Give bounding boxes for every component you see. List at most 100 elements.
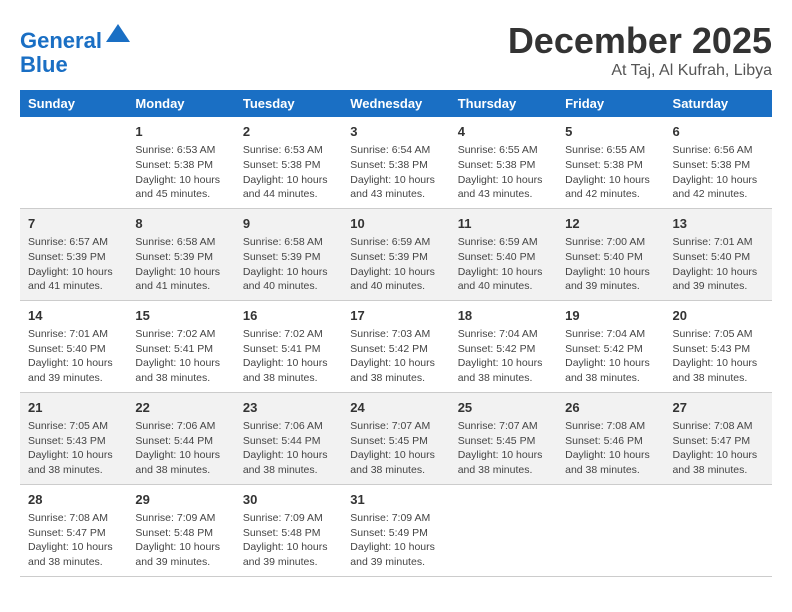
day-cell: 21Sunrise: 7:05 AMSunset: 5:43 PMDayligh… xyxy=(20,392,127,484)
day-cell: 13Sunrise: 7:01 AMSunset: 5:40 PMDayligh… xyxy=(665,208,772,300)
day-number: 16 xyxy=(243,307,334,325)
day-cell: 20 Sunrise: 7:05 AMSunset: 5:43 PMDayligh… xyxy=(665,300,772,392)
week-row-1: 1Sunrise: 6:53 AMSunset: 5:38 PMDaylight… xyxy=(20,117,772,208)
day-number: 4 xyxy=(458,123,549,141)
day-number: 11 xyxy=(458,215,549,233)
day-number: 22 xyxy=(135,399,226,417)
day-cell: 16 Sunrise: 7:02 AMSunset: 5:41 PMDayligh… xyxy=(235,300,342,392)
day-number: 19 xyxy=(565,307,656,325)
day-number: 25 xyxy=(458,399,549,417)
day-number: 17 xyxy=(350,307,441,325)
day-cell xyxy=(557,484,664,576)
day-info: Sunrise: 6:58 AMSunset: 5:39 PMDaylight:… xyxy=(243,235,334,294)
header-monday: Monday xyxy=(127,90,234,117)
day-number: 31 xyxy=(350,491,441,509)
day-info: Sunrise: 7:08 AMSunset: 5:46 PMDaylight:… xyxy=(565,419,656,478)
day-info: Sunrise: 7:05 AMSunset: 5:43 PMDaylight:… xyxy=(28,419,119,478)
day-cell: 30Sunrise: 7:09 AMSunset: 5:48 PMDayligh… xyxy=(235,484,342,576)
day-cell: 25 Sunrise: 7:07 AMSunset: 5:45 PMDayligh… xyxy=(450,392,557,484)
day-cell: 5 Sunrise: 6:55 AMSunset: 5:38 PMDaylight… xyxy=(557,117,664,208)
day-cell: 14 Sunrise: 7:01 AMSunset: 5:40 PMDayligh… xyxy=(20,300,127,392)
location-title: At Taj, Al Kufrah, Libya xyxy=(508,62,772,80)
day-cell: 18 Sunrise: 7:04 AMSunset: 5:42 PMDayligh… xyxy=(450,300,557,392)
week-row-3: 14 Sunrise: 7:01 AMSunset: 5:40 PMDayligh… xyxy=(20,300,772,392)
logo: General Blue xyxy=(20,20,132,77)
day-cell: 7Sunrise: 6:57 AMSunset: 5:39 PMDaylight… xyxy=(20,208,127,300)
day-cell: 29 Sunrise: 7:09 AMSunset: 5:48 PMDayligh… xyxy=(127,484,234,576)
day-info: Sunrise: 7:01 AMSunset: 5:40 PMDaylight:… xyxy=(28,327,119,386)
day-info: Sunrise: 6:53 AMSunset: 5:38 PMDaylight:… xyxy=(243,143,334,202)
day-info: Sunrise: 7:08 AMSunset: 5:47 PMDaylight:… xyxy=(28,511,119,570)
page-header: General Blue December 2025 At Taj, Al Ku… xyxy=(20,20,772,80)
day-number: 29 xyxy=(135,491,226,509)
day-number: 5 xyxy=(565,123,656,141)
day-number: 28 xyxy=(28,491,119,509)
day-cell: 22 Sunrise: 7:06 AMSunset: 5:44 PMDayligh… xyxy=(127,392,234,484)
week-row-4: 21Sunrise: 7:05 AMSunset: 5:43 PMDayligh… xyxy=(20,392,772,484)
day-info: Sunrise: 6:55 AMSunset: 5:38 PMDaylight:… xyxy=(565,143,656,202)
day-info: Sunrise: 6:57 AMSunset: 5:39 PMDaylight:… xyxy=(28,235,119,294)
day-info: Sunrise: 7:04 AMSunset: 5:42 PMDaylight:… xyxy=(458,327,549,386)
day-cell: 9Sunrise: 6:58 AMSunset: 5:39 PMDaylight… xyxy=(235,208,342,300)
day-number: 23 xyxy=(243,399,334,417)
day-cell: 19Sunrise: 7:04 AMSunset: 5:42 PMDayligh… xyxy=(557,300,664,392)
calendar-header: SundayMondayTuesdayWednesdayThursdayFrid… xyxy=(20,90,772,117)
day-cell: 27 Sunrise: 7:08 AMSunset: 5:47 PMDayligh… xyxy=(665,392,772,484)
day-info: Sunrise: 7:09 AMSunset: 5:49 PMDaylight:… xyxy=(350,511,441,570)
day-cell: 26 Sunrise: 7:08 AMSunset: 5:46 PMDayligh… xyxy=(557,392,664,484)
day-number: 27 xyxy=(673,399,764,417)
day-number: 26 xyxy=(565,399,656,417)
day-info: Sunrise: 7:00 AMSunset: 5:40 PMDaylight:… xyxy=(565,235,656,294)
day-info: Sunrise: 6:53 AMSunset: 5:38 PMDaylight:… xyxy=(135,143,226,202)
logo-line2: Blue xyxy=(20,53,132,77)
day-number: 10 xyxy=(350,215,441,233)
day-info: Sunrise: 7:01 AMSunset: 5:40 PMDaylight:… xyxy=(673,235,764,294)
day-number: 15 xyxy=(135,307,226,325)
title-block: December 2025 At Taj, Al Kufrah, Libya xyxy=(508,20,772,80)
day-info: Sunrise: 7:05 AMSunset: 5:43 PMDaylight:… xyxy=(673,327,764,386)
logo-text: General xyxy=(20,20,132,53)
day-cell: 10 Sunrise: 6:59 AMSunset: 5:39 PMDayligh… xyxy=(342,208,449,300)
month-title: December 2025 xyxy=(508,20,772,62)
day-cell: 6 Sunrise: 6:56 AMSunset: 5:38 PMDaylight… xyxy=(665,117,772,208)
day-number: 20 xyxy=(673,307,764,325)
day-info: Sunrise: 6:59 AMSunset: 5:40 PMDaylight:… xyxy=(458,235,549,294)
day-info: Sunrise: 7:02 AMSunset: 5:41 PMDaylight:… xyxy=(243,327,334,386)
header-thursday: Thursday xyxy=(450,90,557,117)
day-cell: 23Sunrise: 7:06 AMSunset: 5:44 PMDayligh… xyxy=(235,392,342,484)
week-row-2: 7Sunrise: 6:57 AMSunset: 5:39 PMDaylight… xyxy=(20,208,772,300)
day-cell: 24 Sunrise: 7:07 AMSunset: 5:45 PMDayligh… xyxy=(342,392,449,484)
day-number: 6 xyxy=(673,123,764,141)
day-info: Sunrise: 6:54 AMSunset: 5:38 PMDaylight:… xyxy=(350,143,441,202)
header-tuesday: Tuesday xyxy=(235,90,342,117)
header-sunday: Sunday xyxy=(20,90,127,117)
day-cell: 12Sunrise: 7:00 AMSunset: 5:40 PMDayligh… xyxy=(557,208,664,300)
day-number: 24 xyxy=(350,399,441,417)
calendar-table: SundayMondayTuesdayWednesdayThursdayFrid… xyxy=(20,90,772,577)
day-number: 3 xyxy=(350,123,441,141)
day-info: Sunrise: 7:07 AMSunset: 5:45 PMDaylight:… xyxy=(458,419,549,478)
day-cell xyxy=(450,484,557,576)
header-wednesday: Wednesday xyxy=(342,90,449,117)
day-info: Sunrise: 7:07 AMSunset: 5:45 PMDaylight:… xyxy=(350,419,441,478)
day-info: Sunrise: 7:09 AMSunset: 5:48 PMDaylight:… xyxy=(135,511,226,570)
day-cell: 1Sunrise: 6:53 AMSunset: 5:38 PMDaylight… xyxy=(127,117,234,208)
day-info: Sunrise: 7:03 AMSunset: 5:42 PMDaylight:… xyxy=(350,327,441,386)
header-saturday: Saturday xyxy=(665,90,772,117)
day-number: 14 xyxy=(28,307,119,325)
day-info: Sunrise: 7:06 AMSunset: 5:44 PMDaylight:… xyxy=(135,419,226,478)
day-cell: 31 Sunrise: 7:09 AMSunset: 5:49 PMDayligh… xyxy=(342,484,449,576)
day-number: 2 xyxy=(243,123,334,141)
day-info: Sunrise: 7:08 AMSunset: 5:47 PMDaylight:… xyxy=(673,419,764,478)
header-friday: Friday xyxy=(557,90,664,117)
day-cell: 11 Sunrise: 6:59 AMSunset: 5:40 PMDayligh… xyxy=(450,208,557,300)
day-number: 8 xyxy=(135,215,226,233)
calendar-body: 1Sunrise: 6:53 AMSunset: 5:38 PMDaylight… xyxy=(20,117,772,576)
day-number: 18 xyxy=(458,307,549,325)
day-info: Sunrise: 6:59 AMSunset: 5:39 PMDaylight:… xyxy=(350,235,441,294)
day-cell: 4Sunrise: 6:55 AMSunset: 5:38 PMDaylight… xyxy=(450,117,557,208)
day-cell: 8Sunrise: 6:58 AMSunset: 5:39 PMDaylight… xyxy=(127,208,234,300)
logo-line1: General xyxy=(20,28,102,53)
day-cell: 28 Sunrise: 7:08 AMSunset: 5:47 PMDayligh… xyxy=(20,484,127,576)
day-info: Sunrise: 6:56 AMSunset: 5:38 PMDaylight:… xyxy=(673,143,764,202)
